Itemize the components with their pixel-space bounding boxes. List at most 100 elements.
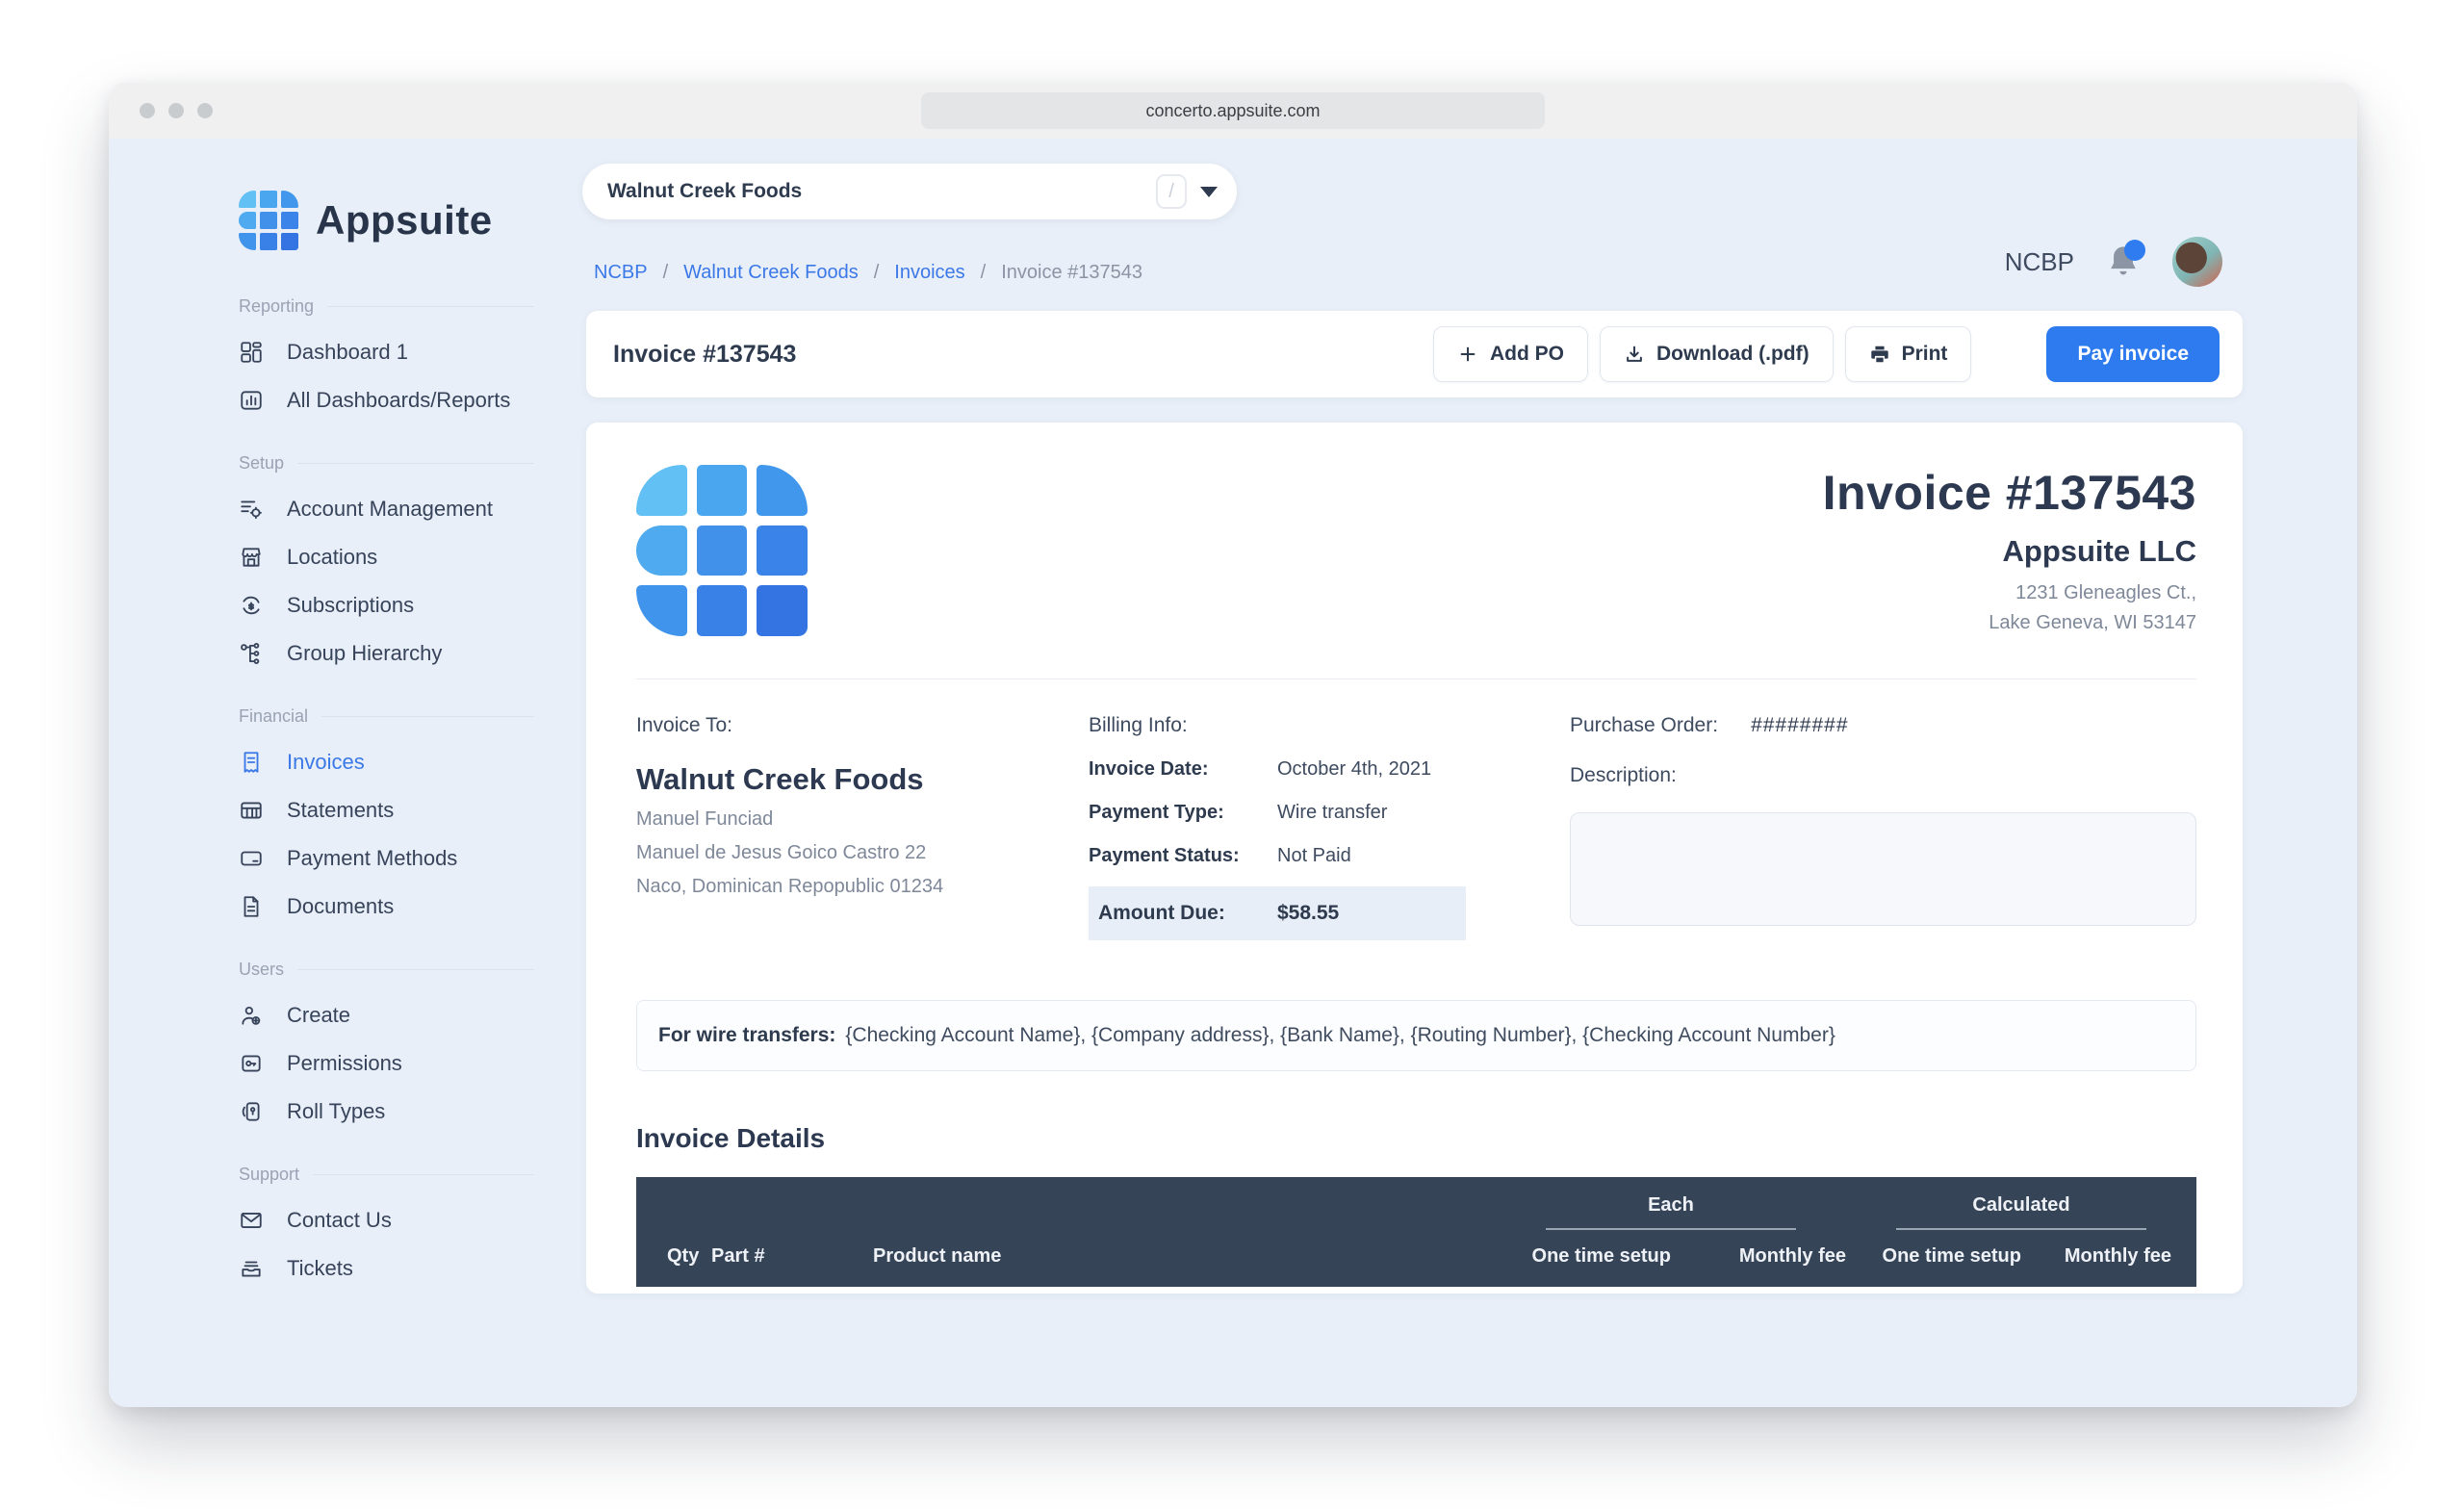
payment-type-row: Payment Type: Wire transfer [1089,802,1570,824]
add-user-icon [239,1003,264,1028]
sidebar-item-documents[interactable]: Documents [239,883,534,931]
col-part-number: Part # [711,1240,873,1287]
description-label: Description: [1570,764,2196,787]
print-button[interactable]: Print [1845,326,1972,382]
cell-each-setup: $0.00 [1496,1287,1671,1294]
breadcrumb-current-invoice: Invoice #137543 [1001,262,1142,284]
screenshot-canvas: concerto.appsuite.com Appsuite Reporting [0,0,2464,1512]
minimize-window-button[interactable] [168,103,184,118]
breadcrumb-ncbp[interactable]: NCBP [594,262,648,284]
description-textarea[interactable] [1570,812,2196,926]
payment-type-label: Payment Type: [1089,802,1277,824]
breadcrumb-separator: / [874,262,880,284]
invoice-receipt-icon [239,750,264,775]
org-name: NCBP [2005,247,2074,277]
col-product-name: Product name [873,1240,1496,1287]
account-management-icon [239,497,264,522]
invoice-date-row: Invoice Date: October 4th, 2021 [1089,758,1570,781]
breadcrumb-walnut-creek-foods[interactable]: Walnut Creek Foods [683,262,859,284]
cell-qty: 10 [636,1287,711,1294]
sidebar-item-permissions[interactable]: Permissions [239,1039,534,1088]
section-label: Support [239,1165,299,1185]
sidebar-item-label: Payment Methods [287,846,457,871]
invoice-details-table: Each Calculated Qty Part # Product name … [636,1177,2196,1294]
sidebar-item-all-dashboards-reports[interactable]: All Dashboards/Reports [239,376,534,424]
breadcrumb-invoices[interactable]: Invoices [894,262,964,284]
amount-due-label: Amount Due: [1098,902,1277,925]
notifications-button[interactable] [2107,243,2140,280]
traffic-light-buttons[interactable] [140,103,213,118]
pay-invoice-label: Pay invoice [2077,343,2189,366]
issuer-company-name: Appsuite LLC [1823,534,2196,569]
invoice-date-value: October 4th, 2021 [1277,758,1431,781]
sidebar-item-label: Permissions [287,1051,402,1076]
wire-note-text: {Checking Account Name}, {Company addres… [845,1024,1835,1046]
sidebar-item-label: Group Hierarchy [287,641,442,666]
purchase-order-row: Purchase Order: ######## [1570,714,2196,737]
storefront-icon [239,545,264,570]
group-header-calculated: Calculated [1846,1177,2196,1240]
sidebar-item-locations[interactable]: Locations [239,533,534,581]
col-calc-one-time-setup: One time setup [1846,1240,2021,1287]
company-search[interactable]: / [582,164,1237,219]
sidebar-item-payment-methods[interactable]: Payment Methods [239,834,534,883]
add-po-button[interactable]: Add PO [1433,326,1588,382]
printer-icon [1869,344,1890,365]
section-reporting: Reporting [239,296,534,317]
billing-info-block: Billing Info: Invoice Date: October 4th,… [1089,714,1570,940]
table-column-header-row: Qty Part # Product name One time setup M… [636,1240,2196,1287]
browser-titlebar: concerto.appsuite.com [109,83,2357,139]
sidebar-item-tickets[interactable]: Tickets [239,1244,534,1293]
topbar-right-cluster: NCBP [2005,237,2222,287]
cell-calc-monthly: $44.97 [2021,1287,2196,1294]
credit-card-icon [239,846,264,871]
breadcrumb: NCBP / Walnut Creek Foods / Invoices / I… [594,262,2243,284]
col-each-one-time-setup: One time setup [1496,1240,1671,1287]
cell-product: Email Coverage Fees [873,1287,1496,1294]
sidebar-item-label: Account Management [287,497,493,522]
company-logo-icon [636,465,808,636]
invoice-details-heading: Invoice Details [636,1123,2196,1154]
table-icon [239,798,264,823]
address-bar[interactable]: concerto.appsuite.com [921,92,1545,129]
appsuite-logo-icon [239,191,298,250]
invoice-number-title: Invoice #137543 [1823,465,2196,521]
sidebar-item-create[interactable]: Create [239,991,534,1039]
section-label: Reporting [239,296,314,317]
sidebar-item-contact-us[interactable]: Contact Us [239,1196,534,1244]
invoice-toolbar: Invoice #137543 Add PO Download (.pdf) [586,311,2243,397]
group-header-each: Each [1496,1177,1846,1240]
download-pdf-button[interactable]: Download (.pdf) [1600,326,1834,382]
payment-type-value: Wire transfer [1277,802,1387,824]
url-text: concerto.appsuite.com [1145,101,1320,121]
sidebar-item-roll-types[interactable]: Roll Types [239,1088,534,1136]
section-setup: Setup [239,453,534,474]
col-calc-monthly-fee: Monthly fee [2021,1240,2196,1287]
sidebar-item-subscriptions[interactable]: Subscriptions [239,581,534,629]
close-window-button[interactable] [140,103,155,118]
col-qty: Qty [636,1240,711,1287]
pay-invoice-button[interactable]: Pay invoice [2046,326,2220,382]
sidebar-item-group-hierarchy[interactable]: Group Hierarchy [239,629,534,678]
col-each-monthly-fee: Monthly fee [1671,1240,1846,1287]
payment-status-value: Not Paid [1277,845,1351,867]
sidebar-item-dashboard-1[interactable]: Dashboard 1 [239,328,534,376]
zoom-window-button[interactable] [197,103,213,118]
breadcrumb-separator: / [981,262,987,284]
user-avatar[interactable] [2172,237,2222,287]
section-users: Users [239,960,534,980]
sidebar-item-label: Statements [287,798,394,823]
customer-contact: Manuel Funciad [636,808,1089,831]
customer-name: Walnut Creek Foods [636,762,1089,797]
sidebar-item-statements[interactable]: Statements [239,786,534,834]
tickets-tray-icon [239,1256,264,1281]
table-group-header-row: Each Calculated [636,1177,2196,1240]
chevron-down-icon[interactable] [1200,187,1218,197]
payment-status-row: Payment Status: Not Paid [1089,845,1570,867]
sidebar-item-account-management[interactable]: Account Management [239,485,534,533]
search-input[interactable] [607,180,1156,203]
app-logo[interactable]: Appsuite [239,191,534,250]
invoice-document: Invoice #137543 Appsuite LLC 1231 Glenea… [586,423,2243,1294]
key-badge-icon [239,1051,264,1076]
sidebar-item-invoices[interactable]: Invoices [239,738,534,786]
